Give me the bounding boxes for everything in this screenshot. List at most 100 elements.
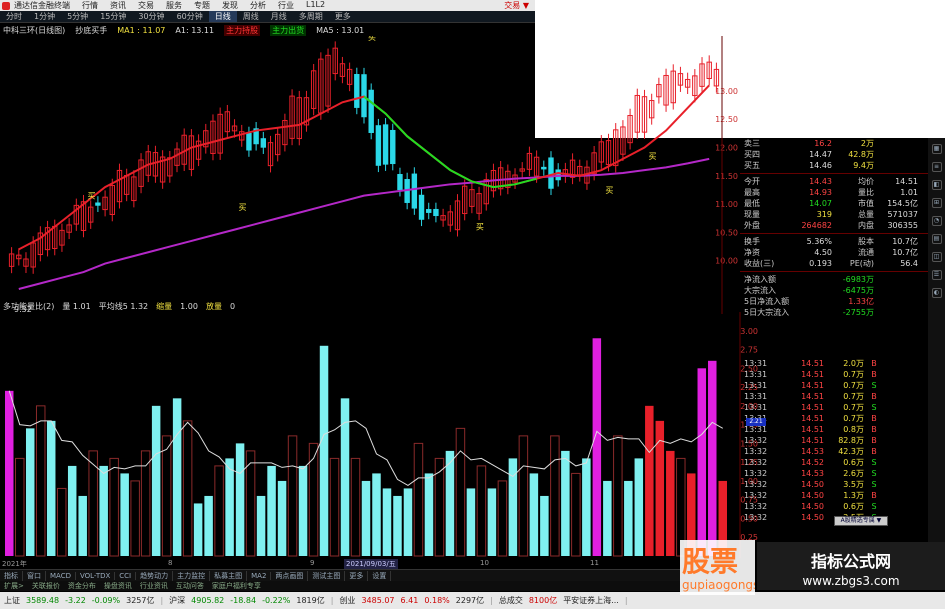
tool-icon[interactable]: ☰ <box>931 270 942 280</box>
tool-icon[interactable]: ≡ <box>931 162 942 172</box>
ma-green-segment <box>363 95 537 189</box>
tick-price: 14.51 <box>801 359 824 368</box>
index-value: 3589.48 <box>26 596 60 605</box>
period-tab[interactable]: 周线 <box>237 11 265 22</box>
watermark-site-title: 指标公式网 <box>810 552 891 571</box>
index-name[interactable]: 总成交 <box>499 595 523 606</box>
period-tab[interactable]: 分时 <box>0 11 28 22</box>
volume-ratio-chart[interactable]: 3.002.752.502.252.001.751.501.251.000.75… <box>0 312 760 558</box>
kline-chart[interactable]: 13.0012.5012.0011.5011.0010.5010.009.32买… <box>0 36 740 314</box>
tick-price: 14.51 <box>801 414 824 423</box>
tool-icon[interactable]: ◐ <box>931 288 942 298</box>
tick-row: 13:32 14.53 2.6万 S <box>740 468 928 479</box>
quote-volume: 2万 <box>860 139 874 148</box>
tick-time: 13:31 <box>744 403 768 412</box>
volume-bar <box>214 465 224 557</box>
volume-bar <box>151 405 161 556</box>
candle-body <box>426 209 432 213</box>
flow-row: 净流入额 -6983万 <box>740 274 928 285</box>
menu-item[interactable]: 发现 <box>222 0 238 11</box>
menu-item[interactable]: 资讯 <box>110 0 126 11</box>
indicator-tab[interactable]: MACD <box>46 571 76 580</box>
menu-item[interactable]: 分析 <box>250 0 266 11</box>
menu-item[interactable]: 行情 <box>82 0 98 11</box>
tool-icon[interactable]: ◧ <box>931 180 942 190</box>
quote-key: 最低 <box>744 199 760 208</box>
extension-tab[interactable]: 家庭户福利专享 <box>208 581 265 591</box>
quote-key: 今开 <box>744 177 760 186</box>
indicator-tab[interactable]: 两点画图 <box>271 570 309 581</box>
period-tab[interactable]: 更多 <box>329 11 357 22</box>
tick-row: 13:3114.510.7万B <box>740 413 928 424</box>
tick-price: 14.51 <box>801 381 824 390</box>
tick-time: 13:32 <box>744 491 768 500</box>
index-name[interactable]: 创业 <box>339 595 355 606</box>
period-tab[interactable]: 日线 <box>208 11 237 22</box>
menu-item[interactable]: 行业 <box>278 0 294 11</box>
tool-icon[interactable]: ◫ <box>931 252 942 262</box>
extension-tab[interactable]: 行业资讯 <box>136 581 172 591</box>
extension-tab[interactable]: 操盘资讯 <box>100 581 136 591</box>
volume-bar <box>35 405 46 557</box>
index-separator: | <box>330 596 334 605</box>
menu-item[interactable]: 专题 <box>194 0 210 11</box>
volume-bar <box>267 465 276 556</box>
trade-menu-button[interactable]: 交易 ▼ <box>504 0 535 11</box>
extension-tab[interactable]: 资金分布 <box>64 581 100 591</box>
period-tab[interactable]: 1分钟 <box>28 11 61 22</box>
tick-time: 13:32 <box>744 469 768 478</box>
menu-item[interactable]: L1L2 <box>306 0 325 11</box>
index-separator: | <box>490 596 493 605</box>
indicator-tab[interactable]: 私募主图 <box>210 570 248 581</box>
period-tab[interactable]: 15分钟 <box>94 11 132 22</box>
indicator-tab[interactable]: 趋势动力 <box>136 570 174 581</box>
quote-key2: 流通 <box>858 248 874 257</box>
quote-row: 买四 14.47 42.8万 <box>740 149 928 160</box>
tool-icon[interactable]: ▦ <box>931 144 942 154</box>
period-tab[interactable]: 月线 <box>265 11 293 22</box>
watermark-right: 指标公式网 www.zbgs3.com <box>757 542 945 590</box>
volume-bar <box>424 473 434 556</box>
stock-pool-button[interactable]: A股精选专属 ▼ <box>834 516 888 526</box>
kline-axis-label: 11.00 <box>715 200 738 209</box>
index-name[interactable]: 上证 <box>4 595 20 606</box>
volume-bar <box>666 450 675 556</box>
tick-list[interactable]: 13:31 14.51 2.0万 B 13:31 14.51 0.7万 B 13:31 14.51… <box>740 358 928 523</box>
extension-tab[interactable]: 互动问答 <box>172 581 208 591</box>
indicator-tab[interactable]: 设置 <box>368 570 392 581</box>
volume-bar <box>645 405 654 556</box>
volume-indicator-title[interactable]: 多功能量比(2) <box>3 301 54 312</box>
quote-key: 净资 <box>744 248 760 257</box>
period-tab[interactable]: 5分钟 <box>61 11 94 22</box>
candle-body <box>541 166 547 170</box>
indicator-tab[interactable]: 主力监控 <box>173 570 211 581</box>
indicator-tab[interactable]: VOL-TDX <box>76 571 116 580</box>
indicator-tab[interactable]: 窗口 <box>23 570 46 581</box>
indicator-tab[interactable]: MA2 <box>247 571 272 580</box>
indicator-tab[interactable]: CCI <box>115 571 137 580</box>
volume-value: 量 1.01 <box>62 301 91 311</box>
period-tab[interactable]: 60分钟 <box>171 11 209 22</box>
period-tab[interactable]: 30分钟 <box>132 11 170 22</box>
quote-volume: 42.8万 <box>848 150 874 159</box>
extension-tab[interactable]: 关联报价 <box>28 581 64 591</box>
tool-icon[interactable]: ▤ <box>931 234 942 244</box>
index-name[interactable]: 沪深 <box>169 595 185 606</box>
volume-avg5: 平均线5 1.32 <box>98 301 149 311</box>
menu-item[interactable]: 服务 <box>166 0 182 11</box>
indicator-name[interactable]: 抄底买手 <box>75 25 107 36</box>
volume-bar <box>403 488 413 556</box>
menu-item[interactable]: 交易 <box>138 0 154 11</box>
tick-price: 14.50 <box>801 480 824 489</box>
indicator-tab[interactable]: 测试主图 <box>308 570 346 581</box>
tool-icon[interactable]: ◔ <box>931 216 942 226</box>
quote-value: 14.07 <box>809 199 832 208</box>
period-tab[interactable]: 多周期 <box>293 11 329 22</box>
title-bar: 通达信金融终端 行情 资讯 交易 服务 专题 发现 分析 行业 L1L2 交易 ▼ <box>0 0 535 11</box>
indicator-tab[interactable]: 更多 <box>345 570 369 581</box>
kline-axis-label: 12.50 <box>715 115 738 124</box>
indicator-tab[interactable]: 指标 <box>0 570 23 581</box>
quote-value: 0.193 <box>809 259 832 268</box>
tool-icon[interactable]: ⊞ <box>931 198 942 208</box>
extension-tab[interactable]: 扩展> <box>0 581 28 591</box>
